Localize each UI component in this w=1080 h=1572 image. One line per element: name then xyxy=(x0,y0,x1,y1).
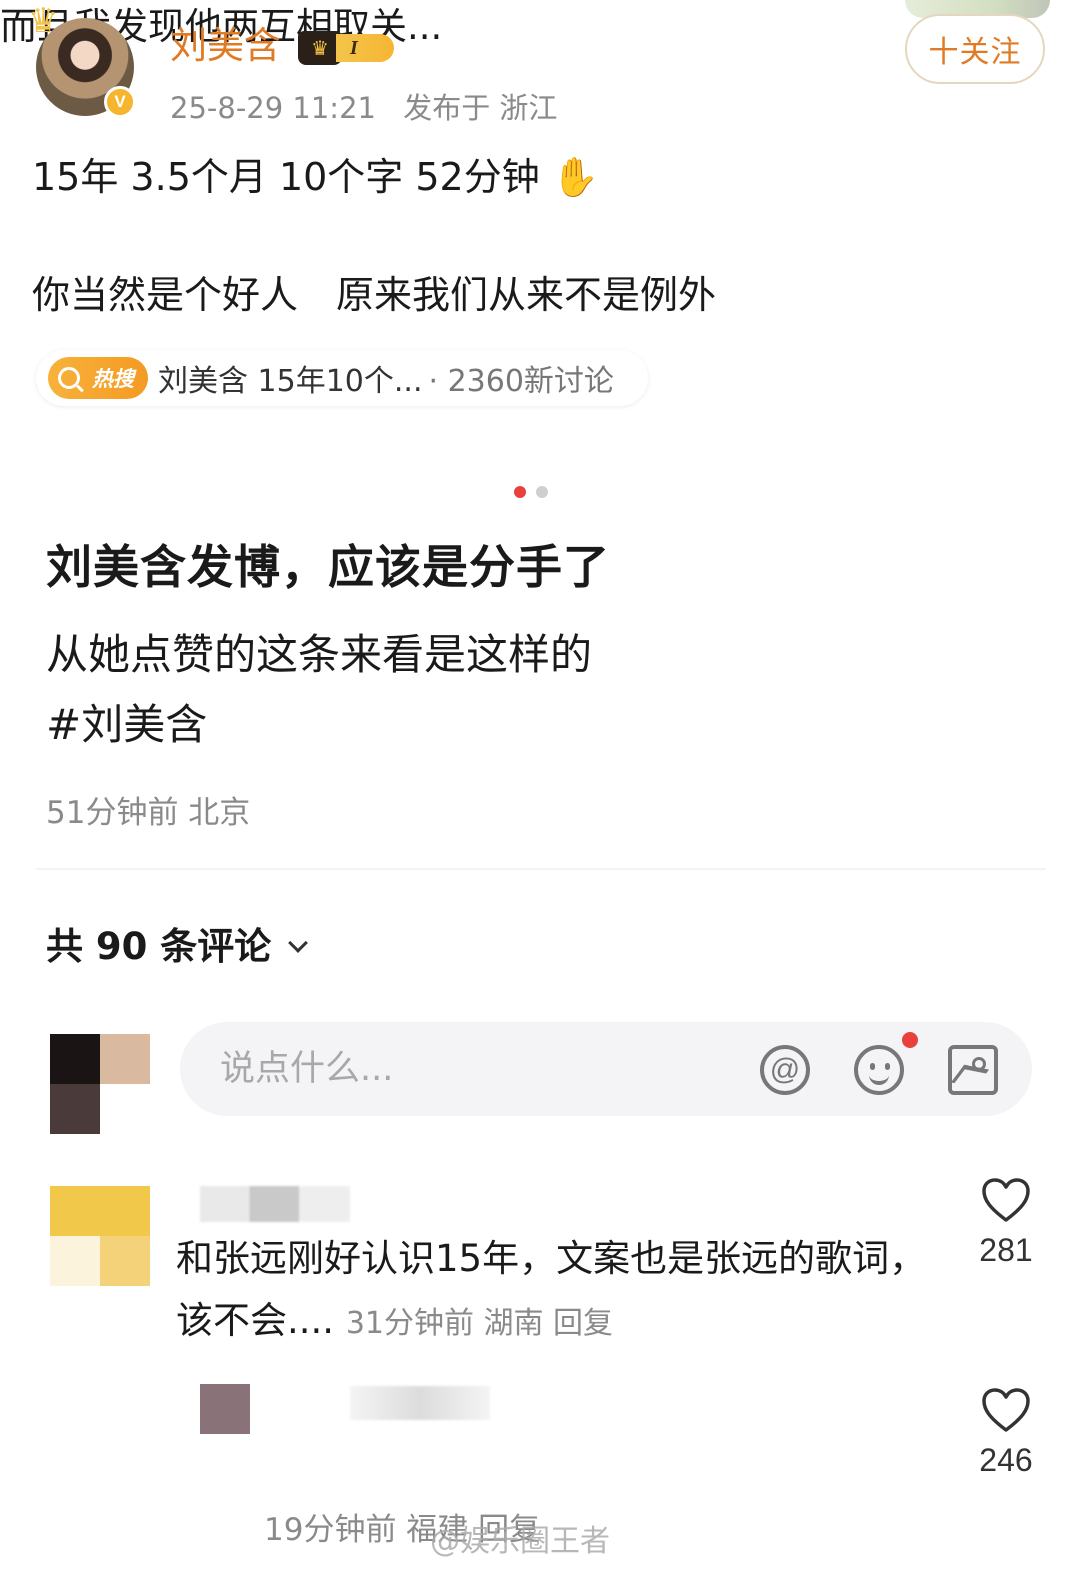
search-icon xyxy=(58,367,80,389)
hot-search-badge: 热搜 xyxy=(48,357,148,399)
image-icon[interactable] xyxy=(948,1045,998,1095)
hot-search-count: · 2360新讨论 xyxy=(428,364,614,399)
repost-text-line1: 15年 3.5个月 10个字 52分钟 ✋ xyxy=(32,152,599,202)
like-button[interactable]: 246 xyxy=(966,1386,1046,1479)
pager-dot xyxy=(536,486,548,498)
hot-search-text: 刘美含 15年10个... xyxy=(158,364,423,399)
comments-sort-toggle[interactable]: 共 90 条评论 xyxy=(46,922,309,972)
commenter-name-blurred xyxy=(200,1186,350,1222)
repost-line1-text: 15年 3.5个月 10个字 52分钟 xyxy=(32,155,540,199)
vip-level: I xyxy=(336,34,394,62)
follow-button[interactable]: 十关注 xyxy=(905,14,1045,84)
replier-name-blurred xyxy=(350,1386,490,1420)
post-title: 刘美含发博，应该是分手了 xyxy=(46,540,610,594)
author-avatar[interactable]: ♛ V xyxy=(28,4,136,118)
comments-count-label: 共 90 条评论 xyxy=(46,925,272,968)
post-location: 发布于 浙江 xyxy=(403,91,558,125)
chevron-down-icon xyxy=(288,933,309,953)
waving-hand-icon: ✋ xyxy=(551,155,600,199)
commenter-avatar[interactable] xyxy=(50,1186,150,1286)
comment-meta[interactable]: 31分钟前 湖南 回复 xyxy=(346,1306,613,1341)
divider xyxy=(36,868,1046,870)
my-avatar xyxy=(50,1034,150,1134)
image-pager xyxy=(514,486,548,498)
post-hashtag[interactable]: #刘美含 xyxy=(46,696,207,754)
post-body: 从她点赞的这条来看是这样的 xyxy=(46,630,593,679)
vip-badge[interactable]: ♛ I xyxy=(298,30,398,66)
post-time: 25-8-29 11:21 xyxy=(170,91,376,125)
crown-icon: ♛ xyxy=(28,1,59,41)
pager-dot-active xyxy=(514,486,526,498)
like-count: 246 xyxy=(979,1442,1033,1478)
notification-dot xyxy=(902,1032,918,1048)
repost-text-line2: 你当然是个好人 原来我们从来不是例外 xyxy=(32,273,717,317)
like-button[interactable]: 281 xyxy=(966,1176,1046,1269)
heart-icon xyxy=(982,1388,1030,1432)
mention-icon[interactable]: @ xyxy=(760,1045,810,1095)
heart-icon xyxy=(982,1178,1030,1222)
comment-item[interactable]: 和张远刚好认识15年，文案也是张远的歌词，该不会.... 31分钟前 湖南 回复 xyxy=(176,1228,936,1355)
emoji-icon[interactable] xyxy=(854,1045,904,1095)
comment-input-bar[interactable]: @ xyxy=(180,1022,1032,1116)
hot-search-tag: 热搜 xyxy=(92,367,134,391)
watermark: @娱乐圈王者 xyxy=(430,1524,610,1559)
post-meta: 25-8-29 11:21 发布于 浙江 xyxy=(170,88,557,128)
hot-search-link[interactable]: 热搜 刘美含 15年10个... · 2360新讨论 xyxy=(36,350,648,406)
like-count: 281 xyxy=(979,1232,1033,1268)
comment-input[interactable] xyxy=(220,1049,740,1089)
author-name[interactable]: 刘美含 xyxy=(170,22,281,70)
verified-icon: V xyxy=(104,86,136,118)
replier-avatar[interactable] xyxy=(200,1384,250,1434)
post-time-location: 51分钟前 北京 xyxy=(46,795,251,831)
